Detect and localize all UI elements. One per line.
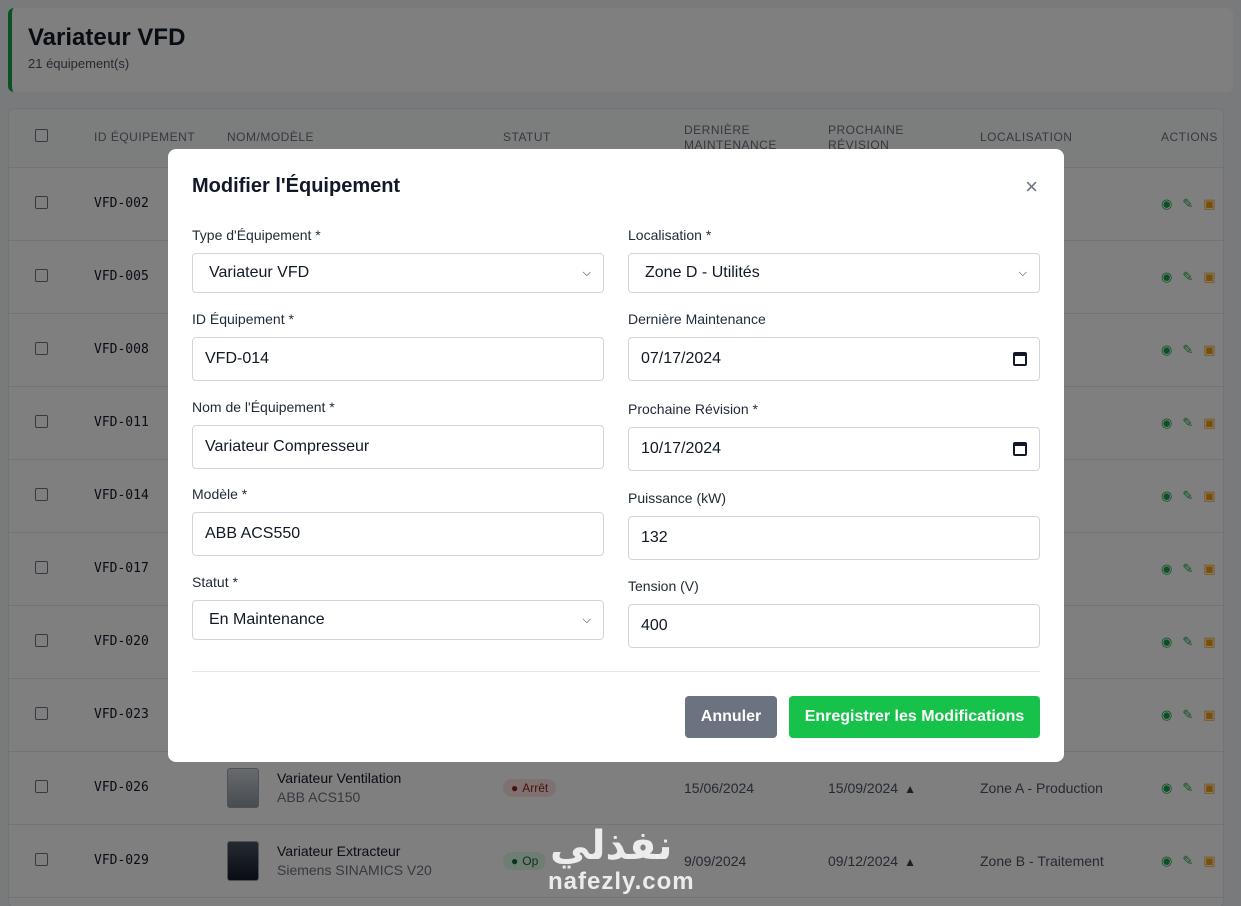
next-revision-value: 10/17/2024 [641, 440, 722, 457]
voltage-field-value: 400 [641, 617, 668, 634]
status-select[interactable]: En Maintenance ⌵ [192, 600, 604, 640]
status-select-value: En Maintenance [209, 611, 325, 628]
watermark-arabic: نفذلي [550, 824, 673, 868]
status-label: Statut * [192, 574, 238, 590]
model-field-value: ABB ACS550 [205, 525, 301, 542]
save-changes-button[interactable]: Enregistrer les Modifications [789, 696, 1040, 738]
watermark-logo: نفذلي nafezly.com [548, 824, 695, 896]
power-label: Puissance (kW) [628, 490, 727, 506]
calendar-icon[interactable] [1013, 352, 1027, 366]
last-maintenance-value: 07/17/2024 [641, 350, 722, 367]
edit-equipment-modal: Modifier l'Équipement × Type d'Équipemen… [168, 149, 1064, 762]
close-icon[interactable]: × [1025, 176, 1038, 198]
id-label: ID Équipement * [192, 311, 294, 327]
modal-divider [192, 671, 1040, 672]
modal-title: Modifier l'Équipement [192, 175, 401, 197]
cancel-button[interactable]: Annuler [685, 696, 777, 738]
id-field-value: VFD-014 [205, 350, 270, 367]
model-field[interactable]: ABB ACS550 [192, 512, 604, 556]
voltage-label: Tension (V) [628, 578, 699, 594]
chevron-down-icon: ⌵ [582, 613, 591, 626]
type-select-value: Variateur VFD [209, 264, 310, 281]
power-field-value: 132 [641, 529, 668, 546]
power-field[interactable]: 132 [628, 516, 1040, 560]
last-maintenance-date[interactable]: 07/17/2024 [628, 337, 1040, 381]
id-field[interactable]: VFD-014 [192, 337, 604, 381]
voltage-field[interactable]: 400 [628, 604, 1040, 648]
location-label: Localisation * [628, 227, 712, 243]
type-select[interactable]: Variateur VFD ⌵ [192, 253, 604, 293]
watermark-latin: nafezly.com [548, 868, 695, 895]
model-label: Modèle * [192, 486, 248, 502]
last-maintenance-label: Dernière Maintenance [628, 311, 766, 327]
name-label: Nom de l'Équipement * [192, 399, 335, 415]
location-select-value: Zone D - Utilités [645, 264, 760, 281]
type-label: Type d'Équipement * [192, 227, 321, 243]
calendar-icon[interactable] [1013, 442, 1027, 456]
next-revision-label: Prochaine Révision * [628, 401, 758, 417]
chevron-down-icon: ⌵ [582, 266, 591, 279]
next-revision-date[interactable]: 10/17/2024 [628, 427, 1040, 471]
location-select[interactable]: Zone D - Utilités ⌵ [628, 253, 1040, 293]
name-field-value: Variateur Compresseur [205, 438, 370, 455]
name-field[interactable]: Variateur Compresseur [192, 425, 604, 469]
chevron-down-icon: ⌵ [1018, 266, 1027, 279]
